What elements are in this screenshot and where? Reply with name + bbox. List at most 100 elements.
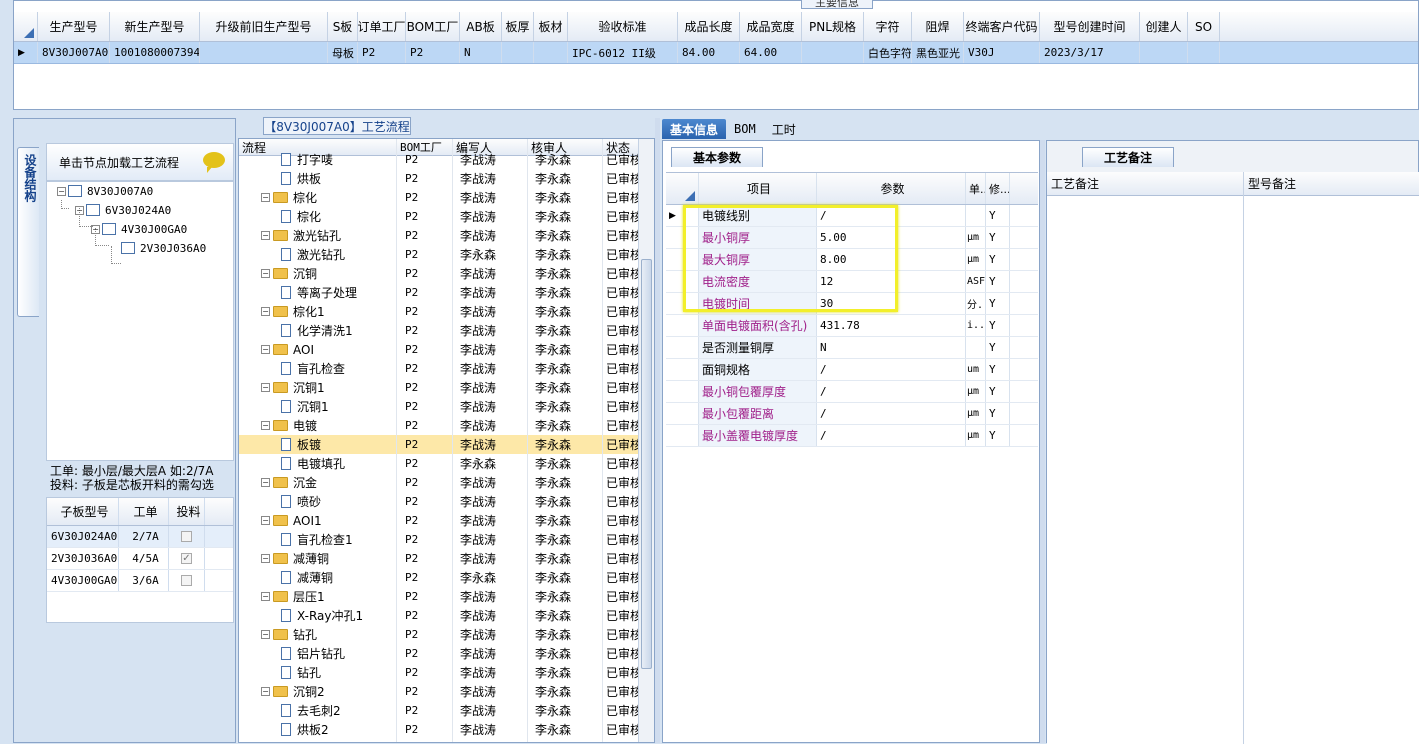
col-param[interactable]: 参数: [817, 173, 966, 204]
process-reviewer-cell[interactable]: 李永森: [528, 720, 603, 739]
param-value-cell[interactable]: 30: [817, 293, 966, 314]
process-step-row[interactable]: 喷砂 P2 李战涛 李永森 已审核: [239, 492, 654, 511]
process-status-cell[interactable]: 已审核: [603, 397, 639, 416]
param-row[interactable]: 单面电镀面积(含孔) 431.78 i.. Y: [666, 315, 1038, 337]
process-status-cell[interactable]: 已审核: [603, 663, 639, 682]
param-unit-cell[interactable]: i..: [966, 315, 986, 336]
process-name-cell[interactable]: 盲孔检查: [239, 359, 397, 378]
process-group-row[interactable]: − 沉铜2 P2 李战涛 李永森 已审核: [239, 682, 654, 701]
param-item-cell[interactable]: 最小盖覆电镀厚度: [699, 425, 817, 446]
process-name-cell[interactable]: 电镀填孔: [239, 454, 397, 473]
param-unit-cell[interactable]: μm: [966, 227, 986, 248]
column-header[interactable]: 验收标准: [568, 12, 678, 41]
process-bom-cell[interactable]: P2: [397, 720, 453, 739]
param-modify-cell[interactable]: Y: [986, 315, 1010, 336]
param-unit-cell[interactable]: ASF: [966, 271, 986, 292]
process-reviewer-cell[interactable]: 李永森: [528, 283, 603, 302]
process-writer-cell[interactable]: 李战涛: [453, 188, 528, 207]
process-remark-column[interactable]: 工艺备注: [1047, 172, 1244, 744]
grid-cell[interactable]: 8V30J007A0: [38, 42, 110, 63]
param-row[interactable]: 最小铜厚 5.00 μm Y: [666, 227, 1038, 249]
tab-basic-params[interactable]: 基本参数: [671, 147, 763, 167]
param-row[interactable]: 最小铜包覆厚度 / μm Y: [666, 381, 1038, 403]
process-group-row[interactable]: − 激光钻孔 P2 李战涛 李永森 已审核: [239, 226, 654, 245]
param-unit-cell[interactable]: μm: [966, 403, 986, 424]
tab-process-remark[interactable]: 工艺备注: [1082, 147, 1174, 167]
process-group-row[interactable]: − 沉铜1 P2 李战涛 李永森 已审核: [239, 378, 654, 397]
process-writer-cell[interactable]: 李战涛: [453, 321, 528, 340]
process-group-row[interactable]: − AOI P2 李战涛 李永森 已审核: [239, 340, 654, 359]
process-name-cell[interactable]: 打字唛: [239, 150, 397, 169]
process-bom-cell[interactable]: P2: [397, 340, 453, 359]
param-modify-cell[interactable]: Y: [986, 271, 1010, 292]
process-status-cell[interactable]: 已审核: [603, 245, 639, 264]
tree-node[interactable]: − 8V30J007A0: [57, 182, 153, 200]
tab-basic-info[interactable]: 基本信息: [662, 119, 727, 139]
col-order[interactable]: 工单: [119, 498, 169, 525]
column-header[interactable]: 型号创建时间: [1040, 12, 1140, 41]
param-value-cell[interactable]: /: [817, 425, 966, 446]
sub-board-row[interactable]: 2V30J036A0 4/5A ✓: [47, 548, 233, 570]
param-modify-cell[interactable]: Y: [986, 205, 1010, 226]
process-step-row[interactable]: 沉铜2P2李战涛李永森已审核: [239, 739, 654, 742]
splitter[interactable]: [655, 118, 660, 743]
process-bom-cell[interactable]: P2: [397, 492, 453, 511]
process-name-cell[interactable]: − 沉铜2: [239, 682, 397, 701]
process-status-cell[interactable]: 已审核: [603, 454, 639, 473]
column-header[interactable]: 生产型号: [38, 12, 110, 41]
process-reviewer-cell[interactable]: 李永森: [528, 606, 603, 625]
process-writer-cell[interactable]: 李战涛: [453, 397, 528, 416]
process-writer-cell[interactable]: 李战涛: [453, 150, 528, 169]
collapse-icon[interactable]: −: [91, 224, 100, 234]
process-name-cell[interactable]: 板镀: [239, 435, 397, 454]
process-bom-cell[interactable]: P2: [397, 549, 453, 568]
param-value-cell[interactable]: /: [817, 359, 966, 380]
process-bom-cell[interactable]: P2: [397, 435, 453, 454]
param-item-cell[interactable]: 最小铜包覆厚度: [699, 381, 817, 402]
process-group-row[interactable]: − 沉金 P2 李战涛 李永森 已审核: [239, 473, 654, 492]
process-name-cell[interactable]: X-Ray冲孔1: [239, 606, 397, 625]
process-reviewer-cell[interactable]: 李永森: [528, 245, 603, 264]
process-bom-cell[interactable]: P2: [397, 302, 453, 321]
process-name-cell[interactable]: − 钻孔: [239, 625, 397, 644]
process-name-cell[interactable]: 沉铜2: [239, 739, 397, 742]
process-status-cell[interactable]: 已审核: [603, 340, 639, 359]
column-header[interactable]: 字符: [864, 12, 912, 41]
process-reviewer-cell[interactable]: 李永森: [528, 207, 603, 226]
sub-model-cell[interactable]: 6V30J024A0: [47, 526, 119, 547]
tree-node[interactable]: − 6V30J024A0: [75, 201, 171, 219]
process-group-row[interactable]: − 电镀 P2 李战涛 李永森 已审核: [239, 416, 654, 435]
process-reviewer-cell[interactable]: 李永森: [528, 511, 603, 530]
process-reviewer-cell[interactable]: 李永森: [528, 454, 603, 473]
feed-checkbox[interactable]: [181, 531, 192, 542]
process-bom-cell[interactable]: P2: [397, 701, 453, 720]
process-name-cell[interactable]: 烘板2: [239, 720, 397, 739]
process-status-cell[interactable]: 已审核: [603, 264, 639, 283]
param-modify-cell[interactable]: Y: [986, 337, 1010, 358]
process-writer-cell[interactable]: 李永森: [453, 245, 528, 264]
grid-cell[interactable]: [802, 42, 864, 63]
tab-device-structure[interactable]: 设备结构: [17, 147, 39, 317]
sub-board-row[interactable]: 6V30J024A0 2/7A: [47, 526, 233, 548]
collapse-icon[interactable]: −: [261, 630, 270, 639]
param-row[interactable]: 是否测量铜厚 N Y: [666, 337, 1038, 359]
process-writer-cell[interactable]: 李战涛: [453, 226, 528, 245]
process-name-cell[interactable]: 盲孔检查1: [239, 530, 397, 549]
param-modify-cell[interactable]: Y: [986, 381, 1010, 402]
process-name-cell[interactable]: − 电镀: [239, 416, 397, 435]
param-value-cell[interactable]: /: [817, 205, 966, 226]
param-row[interactable]: 最小包覆距离 / μm Y: [666, 403, 1038, 425]
column-header[interactable]: 板厚: [502, 12, 534, 41]
feed-checkbox[interactable]: [181, 575, 192, 586]
process-reviewer-cell[interactable]: 李永森: [528, 530, 603, 549]
sub-board-row[interactable]: 4V30J00GA0 3/6A: [47, 570, 233, 592]
process-writer-cell[interactable]: 李战涛: [453, 663, 528, 682]
process-group-row[interactable]: − 沉铜 P2 李战涛 李永森 已审核: [239, 264, 654, 283]
collapse-icon[interactable]: −: [261, 383, 270, 392]
process-bom-cell[interactable]: P2: [397, 454, 453, 473]
column-header[interactable]: 成品长度: [678, 12, 740, 41]
param-modify-cell[interactable]: Y: [986, 249, 1010, 270]
process-group-row[interactable]: − 棕化1 P2 李战涛 李永森 已审核: [239, 302, 654, 321]
process-step-row[interactable]: 减薄铜 P2 李永森 李永森 已审核: [239, 568, 654, 587]
grid-cell[interactable]: N: [460, 42, 502, 63]
